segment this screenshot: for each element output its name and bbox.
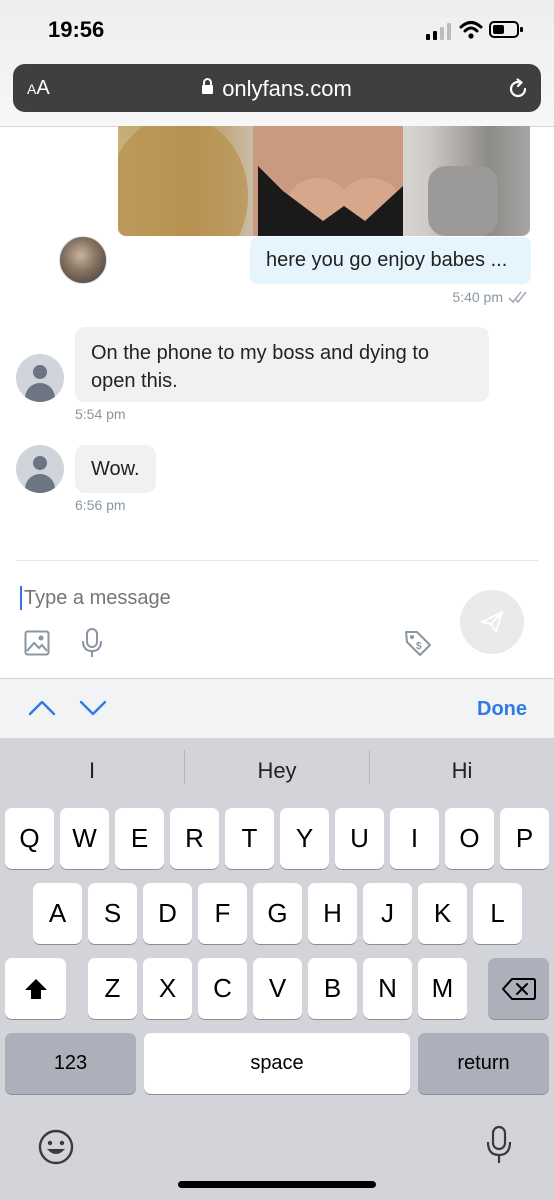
key-s[interactable]: S	[88, 883, 137, 944]
cellular-signal-icon	[426, 23, 451, 40]
wifi-icon	[459, 21, 483, 39]
composer-divider	[16, 560, 538, 561]
model-avatar[interactable]	[59, 236, 107, 284]
emoji-icon[interactable]	[37, 1128, 75, 1166]
chevron-up-icon[interactable]	[28, 699, 56, 717]
suggestion-item[interactable]: I	[0, 758, 184, 784]
key-n[interactable]: N	[363, 958, 412, 1019]
home-indicator[interactable]	[178, 1181, 376, 1188]
key-m[interactable]: M	[418, 958, 467, 1019]
outgoing-message-bubble: here you go enjoy babes ...	[250, 237, 531, 284]
key-r[interactable]: R	[170, 808, 219, 869]
space-key[interactable]: space	[144, 1033, 410, 1094]
status-time: 19:56	[48, 17, 105, 42]
key-j[interactable]: J	[363, 883, 412, 944]
key-w[interactable]: W	[60, 808, 109, 869]
url-text: onlyfans.com	[222, 76, 352, 101]
browser-chrome: 19:56 AA onlyfans.com	[0, 0, 554, 127]
suggestion-item[interactable]: Hi	[370, 758, 554, 784]
backspace-icon	[501, 977, 536, 1000]
key-k[interactable]: K	[418, 883, 467, 944]
message-photo[interactable]	[118, 126, 530, 236]
url-display[interactable]: onlyfans.com	[13, 76, 541, 102]
key-z[interactable]: Z	[88, 958, 137, 1019]
image-icon[interactable]	[24, 630, 50, 656]
key-e[interactable]: E	[115, 808, 164, 869]
key-d[interactable]: D	[143, 883, 192, 944]
user-avatar[interactable]	[16, 354, 64, 402]
incoming-message-bubble: On the phone to my boss and dying to ope…	[75, 327, 489, 402]
key-y[interactable]: Y	[280, 808, 329, 869]
key-f[interactable]: F	[198, 883, 247, 944]
key-c[interactable]: C	[198, 958, 247, 1019]
read-receipt-icon	[508, 291, 527, 304]
key-u[interactable]: U	[335, 808, 384, 869]
key-g[interactable]: G	[253, 883, 302, 944]
key-o[interactable]: O	[445, 808, 494, 869]
key-x[interactable]: X	[143, 958, 192, 1019]
message-timestamp: 6:56 pm	[75, 497, 126, 513]
key-p[interactable]: P	[500, 808, 549, 869]
message-timestamp: 5:40 pm	[452, 289, 503, 305]
shift-key[interactable]	[5, 958, 66, 1019]
key-h[interactable]: H	[308, 883, 357, 944]
reload-icon[interactable]	[506, 77, 530, 101]
chevron-down-icon[interactable]	[79, 699, 107, 717]
key-i[interactable]: I	[390, 808, 439, 869]
shift-icon	[24, 978, 47, 999]
key-q[interactable]: Q	[5, 808, 54, 869]
keyboard-accessory-bar: Done	[0, 678, 554, 738]
message-timestamp: 5:54 pm	[75, 406, 126, 422]
photo-content	[118, 126, 498, 236]
lock-icon	[202, 78, 214, 94]
key-t[interactable]: T	[225, 808, 274, 869]
key-v[interactable]: V	[253, 958, 302, 1019]
message-input[interactable]	[24, 584, 424, 612]
return-key[interactable]: return	[418, 1033, 549, 1094]
key-a[interactable]: A	[33, 883, 82, 944]
numbers-key[interactable]: 123	[5, 1033, 136, 1094]
text-caret	[20, 586, 22, 610]
send-button[interactable]	[460, 590, 524, 654]
key-l[interactable]: L	[473, 883, 522, 944]
svg-text:$: $	[416, 641, 422, 652]
incoming-message-bubble: Wow.	[75, 445, 156, 493]
send-icon	[481, 611, 503, 633]
dictation-icon[interactable]	[485, 1124, 513, 1166]
key-b[interactable]: B	[308, 958, 357, 1019]
user-avatar[interactable]	[16, 445, 64, 493]
suggestion-item[interactable]: Hey	[185, 758, 369, 784]
backspace-key[interactable]	[488, 958, 549, 1019]
microphone-icon[interactable]	[80, 627, 104, 659]
address-bar[interactable]: AA onlyfans.com	[13, 64, 541, 112]
done-button[interactable]: Done	[477, 698, 527, 721]
price-tag-icon[interactable]: $	[403, 628, 433, 658]
screen: 19:56 AA onlyfans.com here you go enjoy …	[0, 0, 554, 1200]
keyboard: I Hey Hi Q W E R T Y U I O P A S D F G H…	[0, 738, 554, 1200]
battery-icon	[489, 21, 523, 38]
